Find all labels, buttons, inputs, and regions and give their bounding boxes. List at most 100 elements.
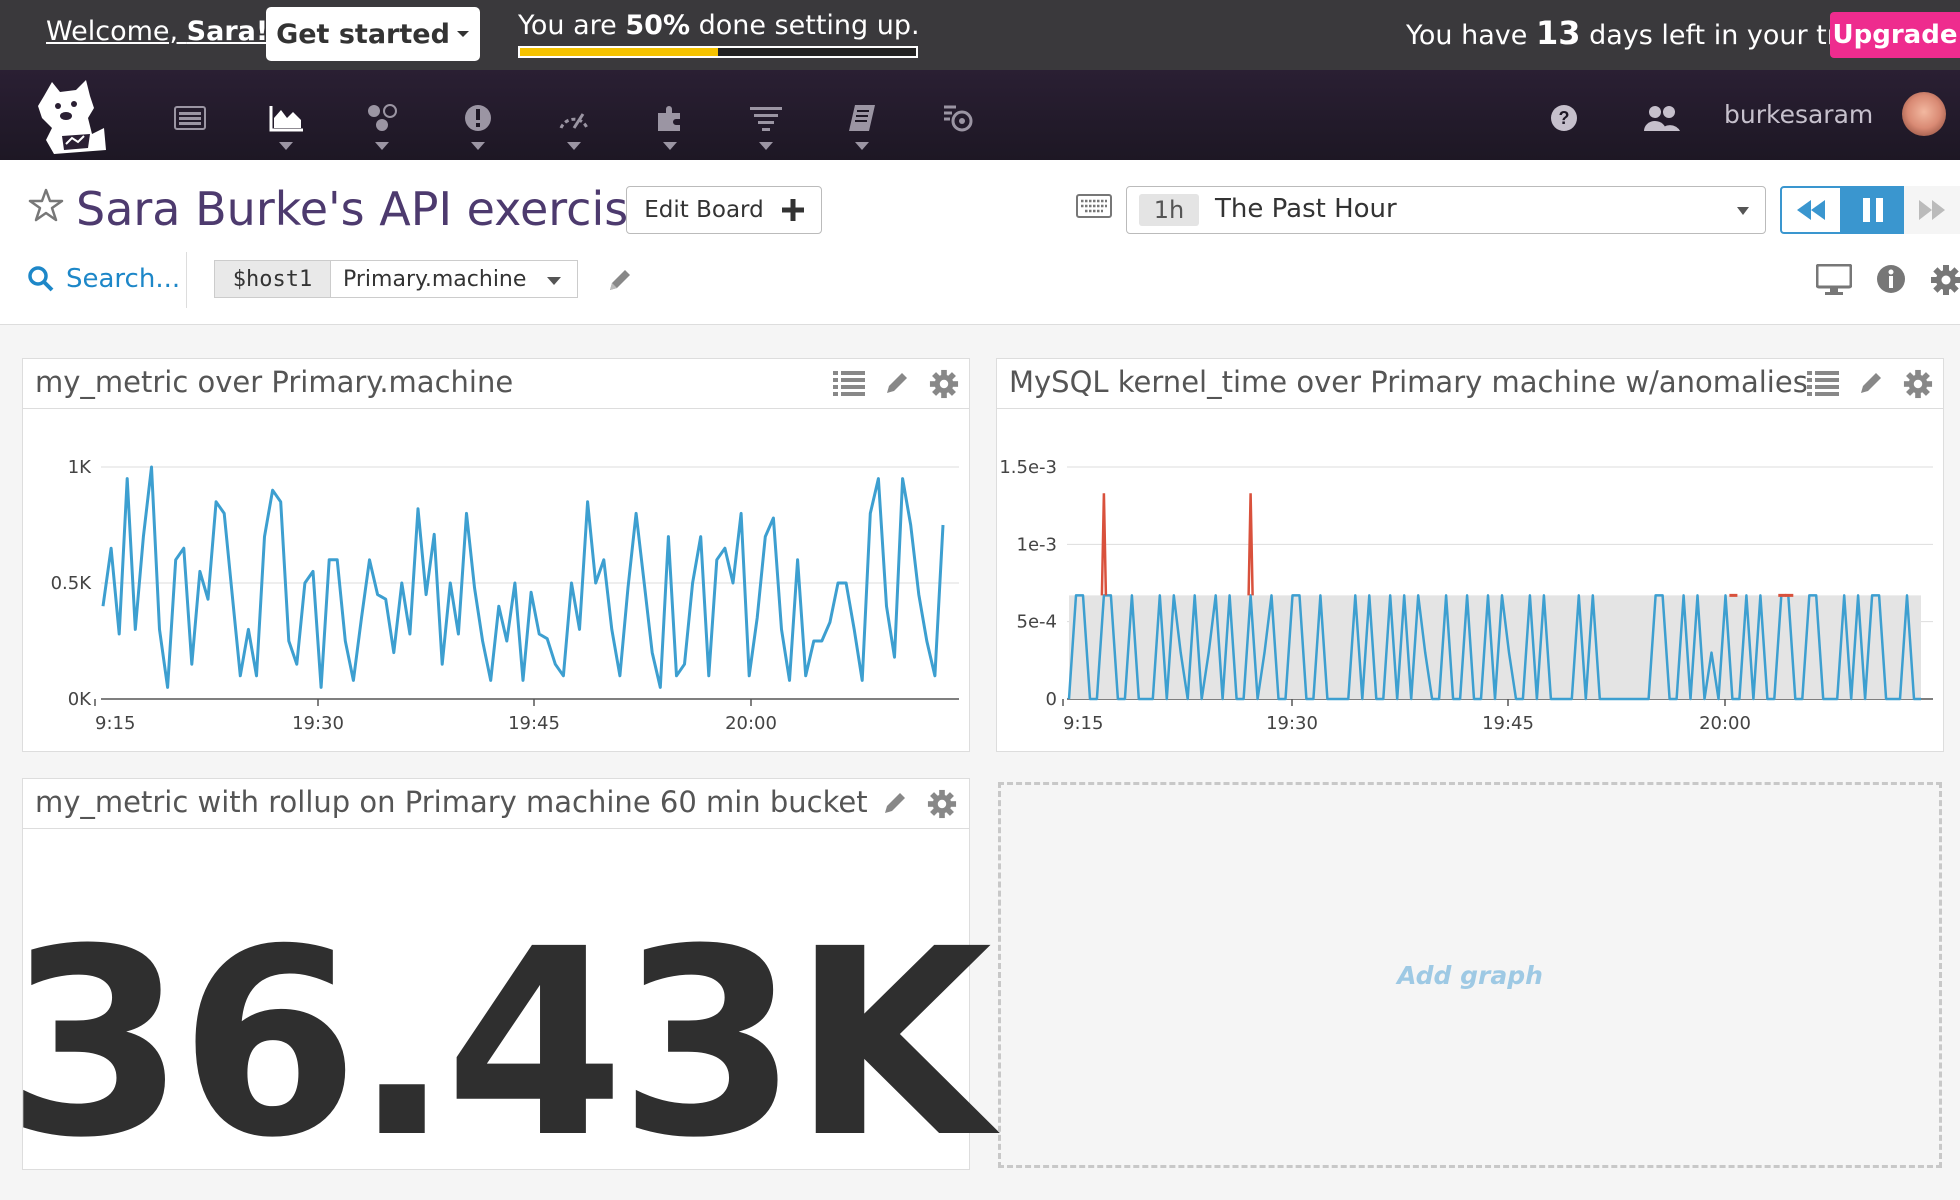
- caret-down-icon: [547, 277, 561, 285]
- trial-prefix: You have: [1406, 20, 1536, 51]
- help-icon[interactable]: ?: [1544, 98, 1584, 138]
- widget-title: MySQL kernel_time over Primary machine w…: [1009, 365, 1808, 399]
- get-started-button[interactable]: Get started: [266, 7, 480, 61]
- watchdog-icon[interactable]: [938, 98, 978, 138]
- template-variable-selector[interactable]: $host1 Primary.machine: [214, 260, 578, 298]
- chevron-down-icon: [1737, 207, 1749, 215]
- get-started-label: Get started: [276, 18, 450, 50]
- pause-button[interactable]: [1842, 186, 1904, 234]
- x-tick-label: 19:45: [508, 713, 560, 734]
- monitors-caret[interactable]: [471, 142, 485, 150]
- timeframe-label: The Past Hour: [1215, 194, 1397, 224]
- avatar[interactable]: [1902, 92, 1946, 136]
- progress-prefix: You are: [518, 10, 626, 41]
- y-tick-label: 5e-4: [1017, 612, 1057, 633]
- settings-gear-icon[interactable]: [1930, 264, 1960, 300]
- notebooks-caret[interactable]: [855, 142, 869, 150]
- pause-icon: [1863, 198, 1883, 222]
- x-tick-label: 9:15: [1063, 713, 1103, 734]
- template-variable-value[interactable]: Primary.machine: [331, 261, 577, 297]
- dashboards-icon[interactable]: [267, 98, 307, 138]
- infrastructure-caret[interactable]: [375, 142, 389, 150]
- events-icon[interactable]: [170, 98, 210, 138]
- upgrade-button[interactable]: Upgrade: [1830, 12, 1960, 58]
- template-variable-value-label: Primary.machine: [343, 266, 527, 292]
- legend-list-icon[interactable]: [833, 369, 865, 397]
- gear-icon[interactable]: [1903, 369, 1933, 399]
- logs-caret[interactable]: [759, 142, 773, 150]
- svg-text:?: ?: [1559, 108, 1570, 128]
- anomaly-spike: [1100, 493, 1108, 596]
- trial-text: You have 13 days left in your trial.: [1406, 14, 1878, 52]
- logs-icon[interactable]: [746, 98, 786, 138]
- widget-mysql-kernel-time: MySQL kernel_time over Primary machine w…: [996, 358, 1944, 752]
- x-tick-label: 19:30: [1266, 713, 1318, 734]
- metrics-caret[interactable]: [567, 142, 581, 150]
- x-tick-label: 19:30: [292, 713, 344, 734]
- logo-dog-icon[interactable]: [32, 78, 108, 160]
- gear-icon[interactable]: [929, 369, 959, 399]
- pencil-icon[interactable]: [606, 266, 634, 298]
- setup-progress-bar: [518, 46, 918, 58]
- search-box[interactable]: Search...: [28, 264, 180, 294]
- widget-actions: [1807, 369, 1933, 399]
- rewind-icon: [1797, 200, 1825, 220]
- caret-down-icon: [456, 31, 469, 37]
- widget-actions: [833, 369, 959, 399]
- info-icon[interactable]: [1876, 264, 1906, 298]
- integrations-caret[interactable]: [663, 142, 677, 150]
- welcome-link[interactable]: Welcome, Sara!: [46, 16, 268, 47]
- edit-board-button[interactable]: Edit Board: [626, 186, 822, 234]
- infrastructure-icon[interactable]: [362, 98, 402, 138]
- x-tick-label: 9:15: [95, 713, 135, 734]
- timeframe-select[interactable]: 1h The Past Hour: [1126, 186, 1766, 234]
- setup-progress-fill: [520, 48, 718, 56]
- x-tick-label: 19:45: [1482, 713, 1534, 734]
- trial-days: 13: [1535, 14, 1581, 52]
- x-tick-label: 20:00: [725, 713, 777, 734]
- progress-suffix: done setting up.: [690, 10, 920, 41]
- notebooks-icon[interactable]: [842, 98, 882, 138]
- username[interactable]: burkesaram: [1724, 100, 1873, 129]
- metrics-icon[interactable]: [554, 98, 594, 138]
- welcome-name: Sara!: [186, 16, 269, 47]
- y-tick-label: 1K: [68, 457, 92, 478]
- search-placeholder: Search...: [66, 264, 181, 294]
- query-value: 36.43K: [6, 894, 992, 1194]
- fast-forward-icon: [1919, 200, 1945, 220]
- x-tick-label: 20:00: [1699, 713, 1751, 734]
- team-icon[interactable]: [1642, 98, 1682, 138]
- y-tick-label: 0.5K: [51, 573, 93, 594]
- widget-my-metric-rollup: my_metric with rollup on Primary machine…: [6, 778, 992, 1194]
- y-tick-label: 0K: [68, 689, 92, 710]
- pencil-icon[interactable]: [1857, 369, 1885, 397]
- page-title: Sara Burke's API exercise: [76, 182, 657, 236]
- search-icon: [28, 266, 54, 292]
- add-graph-placeholder[interactable]: Add graph: [998, 782, 1942, 1168]
- mysql-anomaly-line-chart[interactable]: 0 5e-4 1e-3 1.5e-3 9:15 19:30 19:45 20:00: [997, 411, 1943, 751]
- add-graph-label: Add graph: [1397, 960, 1543, 990]
- edit-board-label: Edit Board: [644, 197, 764, 223]
- widget-title: my_metric over Primary.machine: [35, 365, 514, 399]
- fast-forward-button[interactable]: [1904, 186, 1960, 234]
- tv-mode-icon[interactable]: [1815, 263, 1853, 300]
- integrations-icon[interactable]: [650, 98, 690, 138]
- legend-list-icon[interactable]: [1807, 369, 1839, 397]
- my-metric-line-chart[interactable]: 0K 0.5K 1K 9:15 19:30 19:45 20:00: [23, 411, 969, 751]
- star-icon[interactable]: [28, 188, 64, 226]
- keyboard-icon[interactable]: [1076, 194, 1112, 222]
- welcome-prefix: Welcome,: [46, 16, 187, 47]
- plus-icon: [781, 199, 804, 221]
- rewind-button[interactable]: [1780, 186, 1842, 234]
- setup-progress-text: You are 50% done setting up.: [518, 10, 920, 41]
- widget-my-metric-timeseries: my_metric over Primary.machine 0K 0.5K 1K 9…: [22, 358, 970, 752]
- monitors-icon[interactable]: [458, 98, 498, 138]
- y-tick-label: 1e-3: [1017, 534, 1057, 555]
- anomaly-spike: [1247, 493, 1254, 596]
- pencil-icon[interactable]: [883, 369, 911, 397]
- divider: [186, 252, 187, 308]
- y-tick-label: 0: [1046, 689, 1057, 710]
- my-metric-series-line: [101, 465, 945, 689]
- dashboards-caret[interactable]: [279, 142, 293, 150]
- y-tick-label: 1.5e-3: [999, 457, 1057, 478]
